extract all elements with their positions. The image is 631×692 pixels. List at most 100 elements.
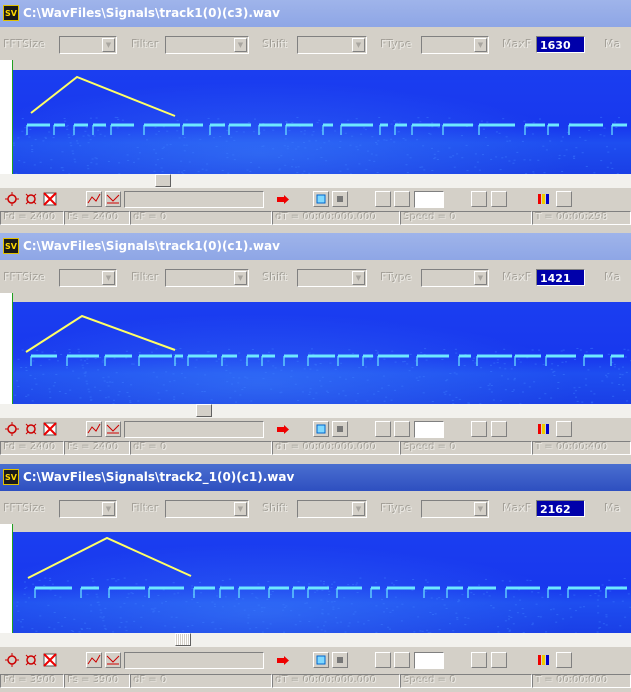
chevron-down-icon[interactable]: ▼ xyxy=(234,271,247,285)
fft-size-combo[interactable]: ▼ xyxy=(59,500,117,518)
envelope-alt-icon[interactable] xyxy=(105,421,121,437)
status-speed: Speed = 0 xyxy=(400,211,532,225)
filter-combo[interactable]: ▼ xyxy=(165,269,249,287)
scroll-thumb[interactable] xyxy=(175,633,191,646)
step-back-button[interactable] xyxy=(375,652,391,668)
position-field[interactable] xyxy=(124,421,264,438)
chevron-down-icon[interactable]: ▼ xyxy=(352,502,365,516)
stop-icon[interactable] xyxy=(332,421,348,437)
app-icon[interactable]: SV xyxy=(3,469,19,485)
stop-icon[interactable] xyxy=(332,652,348,668)
select-icon[interactable] xyxy=(313,652,329,668)
step-field[interactable] xyxy=(414,421,444,438)
chevron-down-icon[interactable]: ▼ xyxy=(102,38,115,52)
ftype-combo[interactable]: ▼ xyxy=(421,36,489,54)
zoom-out-icon[interactable] xyxy=(23,191,39,207)
app-icon[interactable]: SV xyxy=(3,5,19,21)
horizontal-scrollbar[interactable] xyxy=(0,404,631,418)
select-icon[interactable] xyxy=(313,421,329,437)
maxf-field[interactable]: 1421 xyxy=(536,269,585,286)
clear-icon[interactable] xyxy=(42,421,58,437)
fft-size-combo[interactable]: ▼ xyxy=(59,269,117,287)
color-scale-icon[interactable] xyxy=(536,652,552,668)
color-scale-icon[interactable] xyxy=(536,421,552,437)
step-field[interactable] xyxy=(414,652,444,669)
scroll-thumb[interactable] xyxy=(196,404,212,417)
position-field[interactable] xyxy=(124,191,264,208)
chevron-down-icon[interactable]: ▼ xyxy=(352,38,365,52)
next-button[interactable] xyxy=(491,652,507,668)
fft-size-combo[interactable]: ▼ xyxy=(59,36,117,54)
step-back-button[interactable] xyxy=(375,191,391,207)
next-button[interactable] xyxy=(491,421,507,437)
step-forward-button[interactable] xyxy=(394,652,410,668)
chevron-down-icon[interactable]: ▼ xyxy=(102,502,115,516)
horizontal-scrollbar[interactable] xyxy=(0,633,631,647)
envelope-alt-icon[interactable] xyxy=(105,191,121,207)
step-field[interactable] xyxy=(414,191,444,208)
chevron-down-icon[interactable]: ▼ xyxy=(234,38,247,52)
ftype-combo[interactable]: ▼ xyxy=(421,269,489,287)
status-speed: Speed = 0 xyxy=(400,674,532,688)
record-icon[interactable] xyxy=(274,421,290,437)
marker-line[interactable] xyxy=(27,536,192,579)
color-scale-icon[interactable] xyxy=(536,191,552,207)
app-icon[interactable]: SV xyxy=(3,238,19,254)
title-bar[interactable]: SV C:\WavFiles\Signals\track1(0)(c3).wav xyxy=(0,0,631,27)
record-icon[interactable] xyxy=(274,652,290,668)
zoom-in-icon[interactable] xyxy=(4,652,20,668)
chevron-down-icon[interactable]: ▼ xyxy=(474,271,487,285)
record-icon[interactable] xyxy=(274,191,290,207)
position-field[interactable] xyxy=(124,652,264,669)
envelope-icon[interactable] xyxy=(86,652,102,668)
spectrogram-view[interactable] xyxy=(13,70,631,174)
filter-label: Filter xyxy=(132,271,160,284)
select-icon[interactable] xyxy=(313,191,329,207)
prev-button[interactable] xyxy=(471,652,487,668)
zoom-out-icon[interactable] xyxy=(23,652,39,668)
next-button[interactable] xyxy=(491,191,507,207)
marker-line[interactable] xyxy=(25,314,176,353)
filter-combo[interactable]: ▼ xyxy=(165,500,249,518)
envelope-alt-icon[interactable] xyxy=(105,652,121,668)
options-button[interactable] xyxy=(556,652,572,668)
horizontal-scrollbar[interactable] xyxy=(0,174,631,188)
envelope-icon[interactable] xyxy=(86,421,102,437)
step-forward-button[interactable] xyxy=(394,191,410,207)
shift-combo[interactable]: ▼ xyxy=(297,36,367,54)
prev-button[interactable] xyxy=(471,421,487,437)
stop-icon[interactable] xyxy=(332,191,348,207)
status-fd: Fd = 2400 xyxy=(0,441,64,455)
maxf-field[interactable]: 1630 xyxy=(536,36,585,53)
title-bar[interactable]: SV C:\WavFiles\Signals\track1(0)(c1).wav xyxy=(0,233,631,260)
filter-combo[interactable]: ▼ xyxy=(165,36,249,54)
prev-button[interactable] xyxy=(471,191,487,207)
spectrogram-view[interactable] xyxy=(13,532,631,633)
options-button[interactable] xyxy=(556,421,572,437)
ftype-combo[interactable]: ▼ xyxy=(421,500,489,518)
chevron-down-icon[interactable]: ▼ xyxy=(474,502,487,516)
envelope-icon[interactable] xyxy=(86,191,102,207)
title-bar[interactable]: SV C:\WavFiles\Signals\track2_1(0)(c1).w… xyxy=(0,464,631,491)
marker-line[interactable] xyxy=(30,75,176,117)
zoom-in-icon[interactable] xyxy=(4,421,20,437)
options-button[interactable] xyxy=(556,191,572,207)
shift-combo[interactable]: ▼ xyxy=(297,500,367,518)
step-back-button[interactable] xyxy=(375,421,391,437)
maxf-field[interactable]: 2162 xyxy=(536,500,585,517)
spectrogram-view[interactable] xyxy=(13,302,631,404)
zoom-in-icon[interactable] xyxy=(4,191,20,207)
chevron-down-icon[interactable]: ▼ xyxy=(234,502,247,516)
scroll-thumb[interactable] xyxy=(155,174,171,187)
clear-icon[interactable] xyxy=(42,652,58,668)
chevron-down-icon[interactable]: ▼ xyxy=(474,38,487,52)
zoom-out-icon[interactable] xyxy=(23,421,39,437)
maxf-label: MaxF xyxy=(503,271,533,284)
shift-label: Shift xyxy=(263,271,289,284)
frequency-scale xyxy=(0,60,13,174)
chevron-down-icon[interactable]: ▼ xyxy=(352,271,365,285)
chevron-down-icon[interactable]: ▼ xyxy=(102,271,115,285)
step-forward-button[interactable] xyxy=(394,421,410,437)
shift-combo[interactable]: ▼ xyxy=(297,269,367,287)
clear-icon[interactable] xyxy=(42,191,58,207)
